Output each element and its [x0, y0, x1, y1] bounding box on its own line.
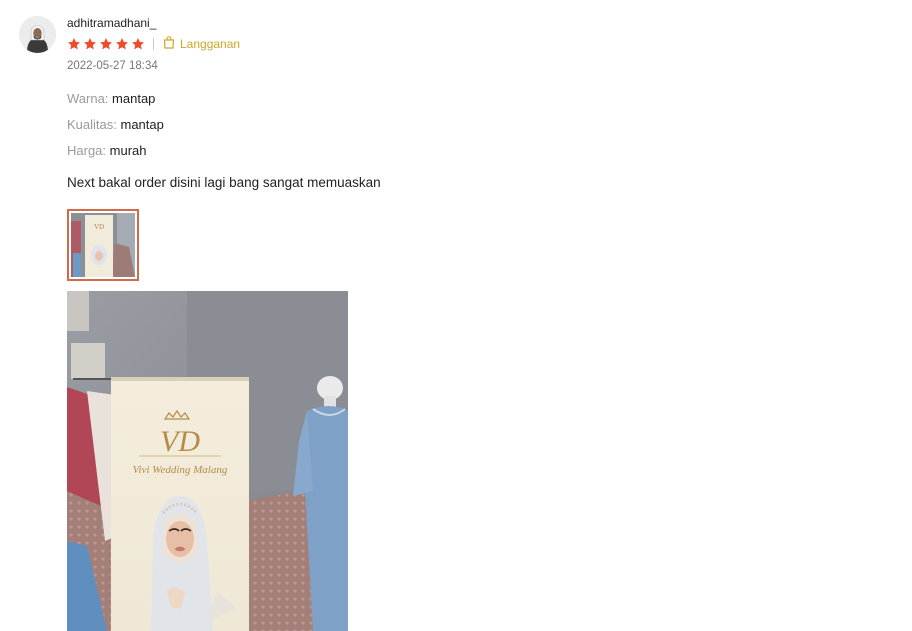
attribute-kualitas: Kualitas: mantap [67, 117, 164, 132]
badge-label: Langganan [180, 37, 241, 51]
avatar[interactable] [19, 16, 56, 53]
attribute-key: Harga: [67, 143, 107, 158]
divider [153, 38, 154, 50]
avatar-image [19, 16, 56, 53]
rating-row: Langganan [67, 36, 240, 52]
review-photo[interactable]: VD Vivi Wedding Malang [67, 291, 348, 631]
star-rating [67, 37, 145, 51]
review-photo-image: VD Vivi Wedding Malang [67, 291, 348, 631]
thumbnail-image: VD [71, 213, 135, 277]
star-icon [67, 37, 81, 51]
reviewer-username: adhitramadhani_ [67, 16, 157, 30]
star-icon [99, 37, 113, 51]
attribute-warna: Warna: mantap [67, 91, 155, 106]
banner-brand: Vivi Wedding Malang [133, 464, 228, 476]
review-comment: Next bakal order disini lagi bang sangat… [67, 175, 381, 190]
star-icon [131, 37, 145, 51]
svg-text:VD: VD [94, 223, 104, 231]
review-photo-thumbnail[interactable]: VD [67, 209, 139, 281]
banner-monogram: VD [160, 425, 200, 458]
attribute-key: Warna: [67, 91, 109, 106]
star-icon [115, 37, 129, 51]
attribute-value: mantap [120, 117, 164, 132]
attribute-key: Kualitas: [67, 117, 117, 132]
attribute-value: mantap [112, 91, 156, 106]
attribute-harga: Harga: murah [67, 143, 147, 158]
star-icon [83, 37, 97, 51]
shopping-bag-icon [163, 36, 175, 52]
attribute-value: murah [109, 143, 147, 158]
review-timestamp: 2022-05-27 18:34 [67, 60, 158, 72]
subscriber-badge: Langganan [163, 36, 240, 52]
